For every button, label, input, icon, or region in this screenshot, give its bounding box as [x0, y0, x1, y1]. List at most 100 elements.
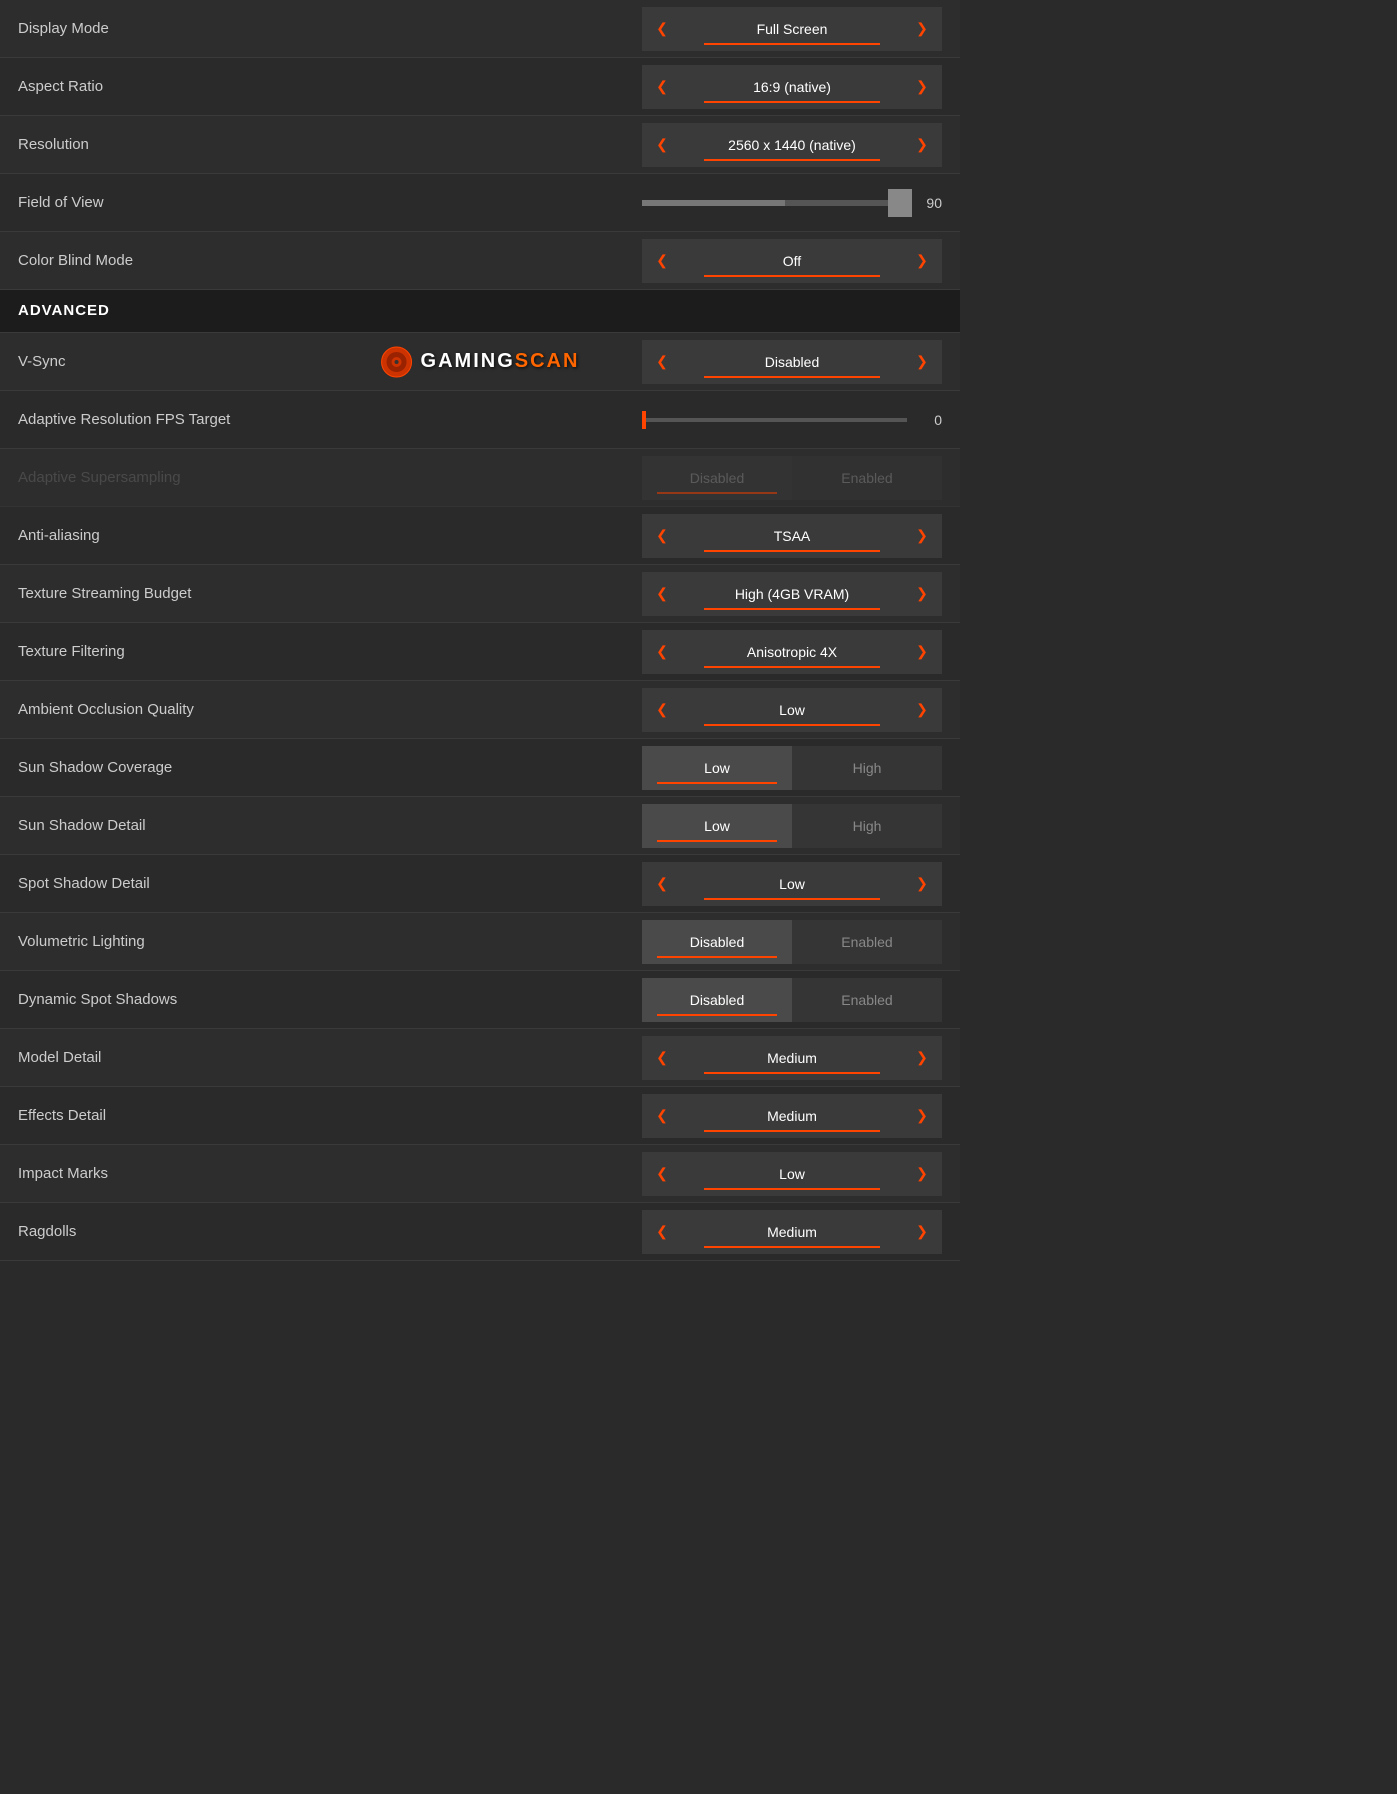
color-blind-mode-next-btn[interactable] — [902, 239, 942, 283]
vsync-row: V-Sync Disabled GAMINGSCAN — [0, 333, 960, 391]
dynamic-spot-shadows-label: Dynamic Spot Shadows — [18, 991, 642, 1008]
dynamic-spot-shadows-disabled-btn[interactable]: Disabled — [642, 978, 792, 1022]
model-detail-prev-btn[interactable] — [642, 1036, 682, 1080]
chevron-right-icon — [916, 20, 928, 38]
texture-filtering-prev-btn[interactable] — [642, 630, 682, 674]
anti-aliasing-row: Anti-aliasing TSAA — [0, 507, 960, 565]
adaptive-supersampling-disabled-btn[interactable]: Disabled — [642, 456, 792, 500]
volumetric-lighting-disabled-btn[interactable]: Disabled — [642, 920, 792, 964]
spot-shadow-detail-value: Low — [682, 862, 902, 906]
spot-shadow-detail-row: Spot Shadow Detail Low — [0, 855, 960, 913]
settings-container: Display Mode Full Screen Aspect Ratio 16… — [0, 0, 960, 1261]
anti-aliasing-label: Anti-aliasing — [18, 527, 642, 544]
effects-detail-prev-btn[interactable] — [642, 1094, 682, 1138]
sun-shadow-detail-low-btn[interactable]: Low — [642, 804, 792, 848]
chevron-left-icon — [656, 78, 668, 96]
ambient-occlusion-control: Low — [642, 688, 942, 732]
dynamic-spot-shadows-enabled-btn[interactable]: Enabled — [792, 978, 942, 1022]
display-mode-prev-btn[interactable] — [642, 7, 682, 51]
model-detail-label: Model Detail — [18, 1049, 642, 1066]
ragdolls-next-btn[interactable] — [902, 1210, 942, 1254]
chevron-right-icon — [916, 252, 928, 270]
adaptive-track[interactable] — [642, 418, 907, 422]
model-detail-next-btn[interactable] — [902, 1036, 942, 1080]
ragdolls-prev-btn[interactable] — [642, 1210, 682, 1254]
spot-shadow-detail-next-btn[interactable] — [902, 862, 942, 906]
texture-filtering-row: Texture Filtering Anisotropic 4X — [0, 623, 960, 681]
ambient-occlusion-value: Low — [682, 688, 902, 732]
texture-filtering-control: Anisotropic 4X — [642, 630, 942, 674]
color-blind-mode-prev-btn[interactable] — [642, 239, 682, 283]
chevron-right-icon — [916, 585, 928, 603]
volumetric-lighting-enabled-btn[interactable]: Enabled — [792, 920, 942, 964]
impact-marks-control: Low — [642, 1152, 942, 1196]
chevron-right-icon — [916, 1223, 928, 1241]
vsync-prev-btn[interactable] — [642, 340, 682, 384]
ambient-occlusion-prev-btn[interactable] — [642, 688, 682, 732]
display-mode-value: Full Screen — [682, 7, 902, 51]
vsync-next-btn[interactable] — [902, 340, 942, 384]
ambient-occlusion-next-btn[interactable] — [902, 688, 942, 732]
effects-detail-row: Effects Detail Medium — [0, 1087, 960, 1145]
sun-shadow-coverage-low-btn[interactable]: Low — [642, 746, 792, 790]
resolution-row: Resolution 2560 x 1440 (native) — [0, 116, 960, 174]
fov-label: Field of View — [18, 194, 642, 211]
display-mode-control: Full Screen — [642, 7, 942, 51]
resolution-control: 2560 x 1440 (native) — [642, 123, 942, 167]
ambient-occlusion-label: Ambient Occlusion Quality — [18, 701, 642, 718]
chevron-left-icon — [656, 1049, 668, 1067]
adaptive-res-slider[interactable]: 0 — [642, 412, 942, 428]
sun-shadow-detail-high-btn[interactable]: High — [792, 804, 942, 848]
impact-marks-label: Impact Marks — [18, 1165, 642, 1182]
spot-shadow-detail-label: Spot Shadow Detail — [18, 875, 642, 892]
fov-track[interactable] — [642, 200, 902, 206]
effects-detail-value: Medium — [682, 1094, 902, 1138]
texture-streaming-value: High (4GB VRAM) — [682, 572, 902, 616]
chevron-right-icon — [916, 527, 928, 545]
chevron-right-icon — [916, 1107, 928, 1125]
chevron-left-icon — [656, 701, 668, 719]
texture-streaming-next-btn[interactable] — [902, 572, 942, 616]
sun-shadow-coverage-row: Sun Shadow Coverage Low High — [0, 739, 960, 797]
color-blind-mode-row: Color Blind Mode Off — [0, 232, 960, 290]
fov-slider[interactable]: 90 — [642, 195, 942, 211]
adaptive-res-value: 0 — [917, 412, 942, 428]
impact-marks-row: Impact Marks Low — [0, 1145, 960, 1203]
resolution-next-btn[interactable] — [902, 123, 942, 167]
aspect-ratio-prev-btn[interactable] — [642, 65, 682, 109]
spot-shadow-detail-prev-btn[interactable] — [642, 862, 682, 906]
ambient-occlusion-row: Ambient Occlusion Quality Low — [0, 681, 960, 739]
adaptive-res-fps-label: Adaptive Resolution FPS Target — [18, 411, 642, 428]
resolution-prev-btn[interactable] — [642, 123, 682, 167]
adaptive-supersampling-row: Adaptive Supersampling Disabled Enabled — [0, 449, 960, 507]
impact-marks-prev-btn[interactable] — [642, 1152, 682, 1196]
impact-marks-value: Low — [682, 1152, 902, 1196]
effects-detail-next-btn[interactable] — [902, 1094, 942, 1138]
vsync-control: Disabled — [642, 340, 942, 384]
aspect-ratio-control: 16:9 (native) — [642, 65, 942, 109]
sun-shadow-coverage-high-btn[interactable]: High — [792, 746, 942, 790]
volumetric-lighting-label: Volumetric Lighting — [18, 933, 642, 950]
anti-aliasing-prev-btn[interactable] — [642, 514, 682, 558]
dynamic-spot-shadows-row: Dynamic Spot Shadows Disabled Enabled — [0, 971, 960, 1029]
ragdolls-row: Ragdolls Medium — [0, 1203, 960, 1261]
sun-shadow-detail-row: Sun Shadow Detail Low High — [0, 797, 960, 855]
chevron-left-icon — [656, 1107, 668, 1125]
spot-shadow-detail-control: Low — [642, 862, 942, 906]
chevron-left-icon — [656, 353, 668, 371]
texture-filtering-label: Texture Filtering — [18, 643, 642, 660]
effects-detail-label: Effects Detail — [18, 1107, 642, 1124]
texture-filtering-next-btn[interactable] — [902, 630, 942, 674]
impact-marks-next-btn[interactable] — [902, 1152, 942, 1196]
aspect-ratio-next-btn[interactable] — [902, 65, 942, 109]
anti-aliasing-next-btn[interactable] — [902, 514, 942, 558]
sun-shadow-coverage-control: Low High — [642, 746, 942, 790]
texture-streaming-prev-btn[interactable] — [642, 572, 682, 616]
display-mode-next-btn[interactable] — [902, 7, 942, 51]
advanced-section-header: ADVANCED — [0, 290, 960, 333]
adaptive-supersampling-control: Disabled Enabled — [642, 456, 942, 500]
adaptive-supersampling-enabled-btn[interactable]: Enabled — [792, 456, 942, 500]
fov-handle — [888, 189, 912, 217]
texture-streaming-label: Texture Streaming Budget — [18, 585, 642, 602]
chevron-left-icon — [656, 875, 668, 893]
